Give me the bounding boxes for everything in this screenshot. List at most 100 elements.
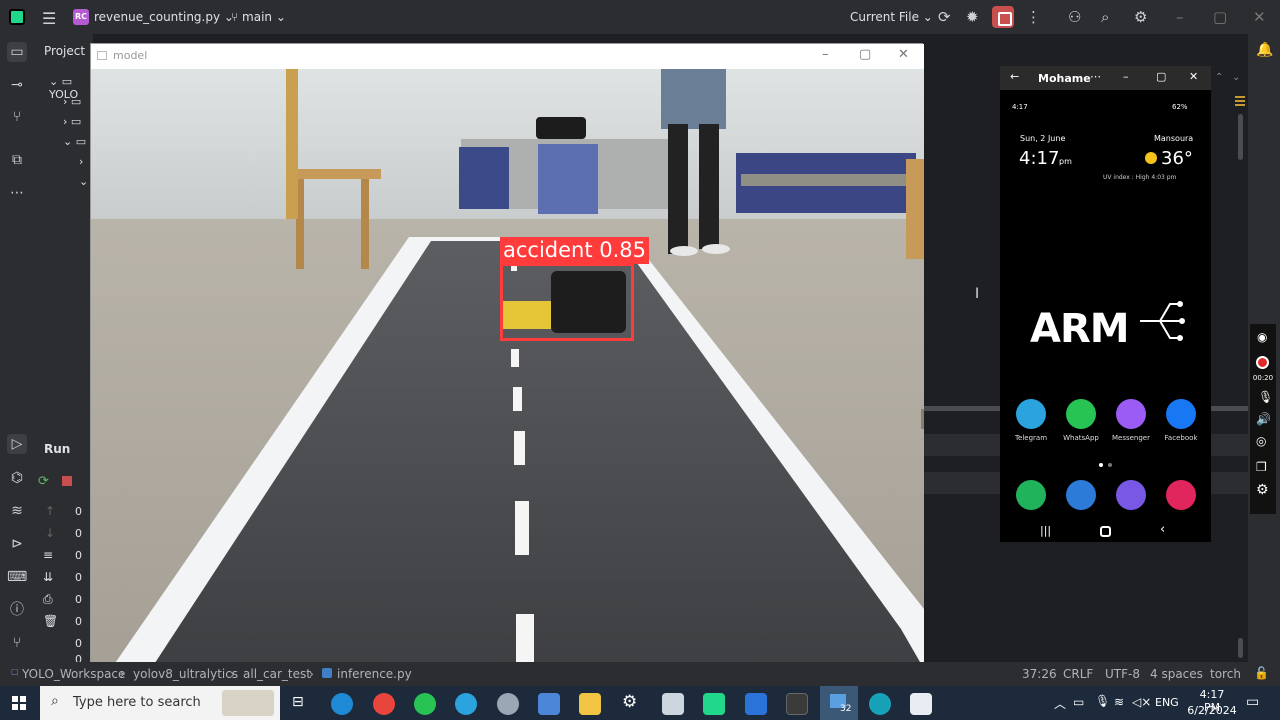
close-icon[interactable]: ✕ bbox=[1189, 70, 1198, 83]
windows-start-icon[interactable] bbox=[12, 696, 26, 710]
branch-selector[interactable]: ⑂ main ⌄ bbox=[231, 10, 286, 24]
microphone-tray-icon[interactable]: 🎙 bbox=[1095, 694, 1110, 708]
close-icon[interactable]: ✕ bbox=[898, 47, 909, 62]
home-icon[interactable] bbox=[1100, 526, 1111, 537]
maximize-icon[interactable]: ▢ bbox=[859, 47, 871, 62]
layers-icon[interactable]: ≋ bbox=[7, 501, 27, 521]
messages-app-icon[interactable] bbox=[1066, 480, 1096, 510]
app-taskbar-icon[interactable] bbox=[497, 693, 519, 715]
python-console-icon[interactable]: ⌬ bbox=[7, 468, 27, 488]
language-indicator[interactable]: ENG bbox=[1155, 696, 1179, 709]
breadcrumb-item[interactable]: YOLO_Workspace bbox=[22, 667, 125, 681]
main-menu-icon[interactable]: ☰ bbox=[42, 9, 56, 28]
battery-icon[interactable]: ▭ bbox=[1073, 695, 1084, 709]
wifi-icon[interactable]: ≋ bbox=[1114, 695, 1124, 709]
up-icon[interactable]: ↑ bbox=[45, 504, 55, 518]
phone-link-icon[interactable] bbox=[910, 693, 932, 715]
speaker-icon[interactable]: 🔊 bbox=[1256, 412, 1271, 426]
tree-item[interactable]: ⌄ ▭ bbox=[63, 135, 86, 148]
lock-icon[interactable]: 🔓 bbox=[1254, 666, 1269, 680]
notification-center-icon[interactable]: ▭ bbox=[1246, 694, 1259, 710]
add-user-icon[interactable]: ⚇ bbox=[1068, 8, 1081, 26]
stop-run-icon[interactable] bbox=[62, 476, 72, 486]
stop-button[interactable] bbox=[992, 6, 1014, 28]
record-icon[interactable] bbox=[1256, 356, 1269, 369]
git-icon[interactable]: ⑂ bbox=[7, 633, 27, 653]
file-explorer-icon[interactable] bbox=[579, 693, 601, 715]
maximize-icon[interactable]: ▢ bbox=[1156, 70, 1166, 83]
scrollbar-thumb[interactable] bbox=[1238, 114, 1243, 160]
browser-app-icon[interactable] bbox=[1116, 480, 1146, 510]
indent-setting[interactable]: 4 spaces bbox=[1150, 667, 1203, 681]
calculator-icon[interactable] bbox=[538, 693, 560, 715]
tree-item[interactable]: › ▭ bbox=[63, 115, 81, 128]
recents-icon[interactable]: ||| bbox=[1040, 524, 1051, 537]
wrap-icon[interactable]: ≡ bbox=[43, 548, 53, 562]
remote-app-icon[interactable] bbox=[745, 693, 767, 715]
taskbar-date[interactable]: 6/2/2024 bbox=[1186, 704, 1238, 717]
minimize-icon[interactable]: – bbox=[1123, 70, 1129, 83]
minimize-icon[interactable]: – bbox=[1176, 8, 1184, 26]
chrome-icon[interactable] bbox=[373, 693, 395, 715]
telegram-taskbar-icon[interactable] bbox=[455, 693, 477, 715]
terminal-icon[interactable]: ⌨ bbox=[7, 567, 27, 587]
webcam-icon[interactable]: ◎ bbox=[1256, 434, 1266, 448]
run-config-selector[interactable]: Current File ⌄ bbox=[850, 10, 933, 24]
print-icon[interactable]: ⎙ bbox=[43, 592, 53, 607]
facebook-icon[interactable] bbox=[1166, 399, 1196, 429]
problems-icon[interactable]: ⓘ bbox=[7, 600, 27, 620]
edge-icon[interactable] bbox=[331, 693, 353, 715]
terminal-taskbar-icon[interactable] bbox=[786, 693, 808, 715]
snipping-tool-icon[interactable] bbox=[662, 693, 684, 715]
pull-requests-icon[interactable]: ⑂ bbox=[7, 107, 27, 127]
file-encoding[interactable]: UTF-8 bbox=[1105, 667, 1140, 681]
more-icon[interactable]: ⋮ bbox=[1026, 8, 1041, 26]
messenger-icon[interactable] bbox=[1116, 399, 1146, 429]
tree-item[interactable]: › bbox=[79, 155, 83, 168]
whatsapp-taskbar-icon[interactable] bbox=[414, 693, 436, 715]
arduino-icon[interactable] bbox=[869, 693, 891, 715]
active-app-taskbar-item[interactable]: 32 bbox=[820, 686, 858, 720]
breadcrumb-item[interactable]: all_car_test bbox=[243, 667, 311, 681]
phone-app-icon[interactable] bbox=[1016, 480, 1046, 510]
tree-item[interactable]: › ▭ bbox=[63, 95, 81, 108]
notifications-icon[interactable]: 🔔 bbox=[1256, 42, 1273, 58]
scroll-down-icon[interactable]: ⌄ bbox=[1232, 72, 1240, 83]
maximize-icon[interactable]: ▢ bbox=[1213, 8, 1227, 26]
window-icon[interactable]: ❐ bbox=[1256, 460, 1267, 474]
interpreter[interactable]: torch bbox=[1210, 667, 1241, 681]
scroll-end-icon[interactable]: ⇊ bbox=[43, 570, 53, 584]
breadcrumb-item[interactable]: inference.py bbox=[337, 667, 412, 681]
search-icon[interactable]: ⌕ bbox=[1101, 8, 1109, 26]
taskbar-search[interactable]: ⌕ Type here to search bbox=[40, 686, 280, 720]
settings-gear-icon[interactable]: ⚙ bbox=[1134, 8, 1147, 26]
scroll-up-icon[interactable]: ⌃ bbox=[1215, 72, 1223, 83]
debug-icon[interactable]: ✹ bbox=[966, 8, 979, 26]
settings-taskbar-icon[interactable]: ⚙ bbox=[622, 692, 637, 712]
project-tool-icon[interactable]: ▭ bbox=[7, 42, 27, 62]
whatsapp-icon[interactable] bbox=[1066, 399, 1096, 429]
trash-icon[interactable]: 🗑 bbox=[43, 614, 58, 628]
volume-mute-icon[interactable]: ◁× bbox=[1132, 695, 1151, 709]
project-file-selector[interactable]: revenue_counting.py ⌄ bbox=[94, 10, 234, 24]
breadcrumb-item[interactable]: yolov8_ultralytics bbox=[133, 667, 238, 681]
minimize-icon[interactable]: – bbox=[822, 47, 829, 62]
close-icon[interactable]: ✕ bbox=[1253, 8, 1266, 26]
rerun-icon[interactable]: ⟳ bbox=[938, 8, 951, 26]
back-arrow-icon[interactable]: ← bbox=[1010, 70, 1019, 83]
down-icon[interactable]: ↓ bbox=[45, 526, 55, 540]
more-tools-icon[interactable]: ⋯ bbox=[7, 183, 27, 203]
tray-overflow-icon[interactable]: ︿ bbox=[1054, 695, 1066, 712]
services-icon[interactable]: ⊳ bbox=[7, 534, 27, 554]
microphone-icon[interactable]: 🎙 bbox=[1258, 390, 1273, 404]
commit-icon[interactable]: ⊸ bbox=[7, 75, 27, 95]
run-tool-icon[interactable]: ▷ bbox=[7, 434, 27, 454]
rerun-icon[interactable]: ⟳ bbox=[38, 474, 49, 489]
camera-app-icon[interactable] bbox=[1166, 480, 1196, 510]
back-icon[interactable]: ‹ bbox=[1160, 522, 1165, 537]
line-separator[interactable]: CRLF bbox=[1063, 667, 1093, 681]
tree-item[interactable]: ⌄ bbox=[79, 175, 88, 188]
telegram-icon[interactable] bbox=[1016, 399, 1046, 429]
cursor-position[interactable]: 37:26 bbox=[1022, 667, 1057, 681]
pycharm-taskbar-icon[interactable] bbox=[703, 693, 725, 715]
